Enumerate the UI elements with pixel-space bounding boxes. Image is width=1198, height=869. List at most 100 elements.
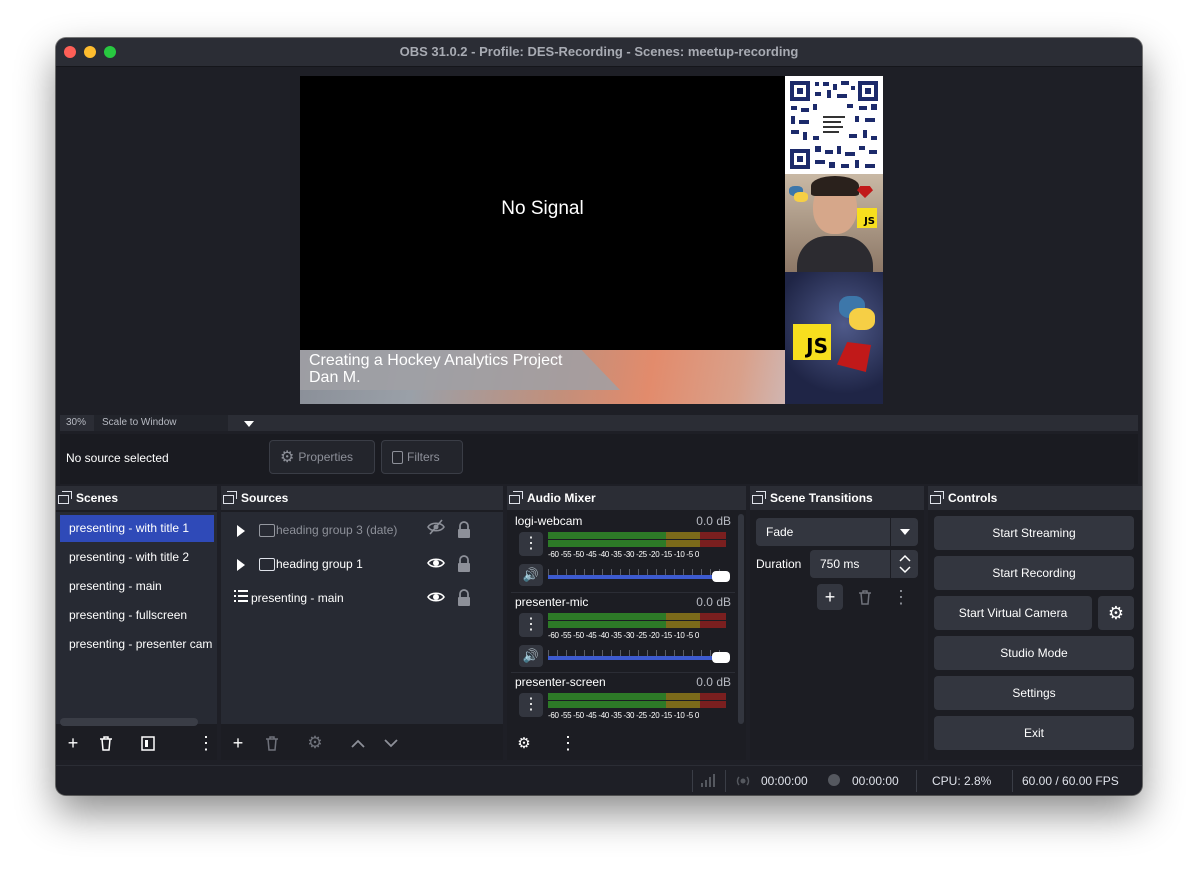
- source-item[interactable]: heading group 1: [221, 548, 503, 580]
- remove-source-icon[interactable]: [261, 732, 283, 754]
- scene-item[interactable]: presenting - fullscreen: [60, 602, 214, 629]
- obs-window: OBS 31.0.2 - Profile: DES-Recording - Sc…: [56, 38, 1142, 795]
- lock-icon[interactable]: [457, 589, 471, 610]
- mixer-scrollbar[interactable]: [738, 514, 744, 724]
- eye-icon[interactable]: [427, 554, 445, 575]
- expand-arrow-icon[interactable]: [237, 525, 245, 537]
- no-source-label: No source selected: [66, 451, 169, 465]
- undock-icon[interactable]: [752, 491, 766, 504]
- volume-meter: [548, 693, 726, 708]
- mixer-menu-icon[interactable]: ⋮: [557, 732, 579, 754]
- scene-item[interactable]: presenting - with title 1: [60, 515, 214, 542]
- scene-transitions-dock: Scene Transitions Fade Duration 750 ms +…: [750, 486, 924, 760]
- filters-icon: [392, 450, 403, 464]
- source-item[interactable]: heading group 3 (date): [221, 514, 503, 546]
- volume-meter: [548, 532, 726, 547]
- meter-scale: -60 -55 -50 -45 -40 -35 -30 -25 -20 -15 …: [548, 631, 700, 640]
- exit-button[interactable]: Exit: [934, 716, 1134, 750]
- chevron-down-icon: [900, 529, 910, 535]
- add-scene-icon[interactable]: +: [62, 732, 84, 754]
- scene-filters-icon[interactable]: [137, 732, 159, 754]
- scene-list-icon: [234, 589, 248, 606]
- volume-slider[interactable]: [548, 652, 730, 663]
- scale-mode-select[interactable]: Scale to Window: [94, 415, 254, 431]
- meter-scale: -60 -55 -50 -45 -40 -35 -30 -25 -20 -15 …: [548, 711, 700, 720]
- filters-button[interactable]: Filters: [381, 440, 463, 474]
- streaming-indicator-icon: [736, 776, 750, 786]
- chevron-down-icon: [244, 421, 254, 427]
- horizontal-scrollbar[interactable]: [60, 718, 198, 726]
- transition-menu-icon[interactable]: ⋮: [890, 586, 912, 608]
- channel-menu-icon[interactable]: ⋮: [519, 532, 543, 556]
- mixer-channels: logi-webcam 0.0 dB ⋮ -60 -55 -50 -45 -40…: [507, 512, 746, 724]
- cpu-usage: CPU: 2.8%: [932, 774, 992, 788]
- expand-arrow-icon[interactable]: [237, 559, 245, 571]
- zoom-bar: 30% Scale to Window: [60, 415, 1138, 431]
- add-transition-icon[interactable]: +: [817, 584, 843, 610]
- context-bar: No source selected ⚙ Properties Filters: [60, 434, 1138, 484]
- audio-mixer-dock-header: Audio Mixer: [507, 486, 746, 510]
- undock-icon[interactable]: [509, 491, 523, 504]
- stepper-icon[interactable]: [899, 554, 911, 574]
- move-down-icon[interactable]: [380, 732, 402, 754]
- start-virtual-camera-button[interactable]: Start Virtual Camera: [934, 596, 1092, 630]
- studio-mode-button[interactable]: Studio Mode: [934, 636, 1134, 670]
- scenes-list: presenting - with title 1 presenting - w…: [56, 512, 217, 726]
- source-item[interactable]: presenting - main: [221, 582, 503, 614]
- preview-canvas[interactable]: No Signal Creating a Hockey Analytics Pr…: [300, 76, 883, 404]
- remove-scene-icon[interactable]: [95, 732, 117, 754]
- scenes-dock: Scenes presenting - with title 1 present…: [56, 486, 217, 760]
- duration-input[interactable]: 750 ms: [810, 550, 918, 578]
- channel-menu-icon[interactable]: ⋮: [519, 693, 543, 717]
- scene-transitions-dock-header: Scene Transitions: [750, 486, 924, 510]
- preview-area[interactable]: No Signal Creating a Hockey Analytics Pr…: [56, 67, 1142, 413]
- js-badge: JS: [857, 208, 877, 228]
- mixer-channel: presenter-screen 0.0 dB ⋮ -60 -55 -50 -4…: [511, 672, 735, 724]
- fps-readout: 60.00 / 60.00 FPS: [1022, 774, 1119, 788]
- add-source-icon[interactable]: +: [227, 732, 249, 754]
- speaker-icon[interactable]: 🔊: [519, 564, 543, 586]
- zoom-level: 30%: [66, 417, 87, 428]
- hidden-eye-icon[interactable]: [427, 518, 445, 541]
- scenes-dock-header: Scenes: [56, 486, 217, 510]
- qr-code-image: [785, 76, 883, 174]
- eye-icon[interactable]: [427, 588, 445, 609]
- undock-icon[interactable]: [223, 491, 237, 504]
- duration-label: Duration: [756, 557, 802, 571]
- properties-button[interactable]: ⚙ Properties: [269, 440, 375, 474]
- settings-button[interactable]: Settings: [934, 676, 1134, 710]
- lower-third-presenter: Dan M.: [309, 369, 361, 386]
- meter-scale: -60 -55 -50 -45 -40 -35 -30 -25 -20 -15 …: [548, 550, 700, 559]
- start-recording-button[interactable]: Start Recording: [934, 556, 1134, 590]
- window-title: OBS 31.0.2 - Profile: DES-Recording - Sc…: [399, 44, 799, 59]
- undock-icon[interactable]: [58, 491, 72, 504]
- start-streaming-button[interactable]: Start Streaming: [934, 516, 1134, 550]
- gear-icon: ⚙: [280, 449, 295, 466]
- scene-item[interactable]: presenting - presenter cam: [60, 631, 214, 658]
- scene-item[interactable]: presenting - with title 2: [60, 544, 214, 571]
- speaker-icon[interactable]: 🔊: [519, 645, 543, 667]
- undock-icon[interactable]: [930, 491, 944, 504]
- lock-icon[interactable]: [457, 521, 471, 542]
- scene-item[interactable]: presenting - main: [60, 573, 214, 600]
- languages-logo-panel: JS: [785, 272, 883, 404]
- move-up-icon[interactable]: [347, 732, 369, 754]
- channel-menu-icon[interactable]: ⋮: [519, 613, 543, 637]
- remove-transition-icon[interactable]: [854, 586, 876, 608]
- webcam-feed: JS: [785, 174, 883, 276]
- volume-slider[interactable]: [548, 571, 730, 582]
- record-indicator-icon: [828, 774, 840, 786]
- scene-menu-icon[interactable]: ⋮: [195, 732, 217, 754]
- sources-list: heading group 3 (date) heading group 1 p…: [221, 512, 503, 724]
- title-bar: OBS 31.0.2 - Profile: DES-Recording - Sc…: [56, 38, 1142, 67]
- lock-icon[interactable]: [457, 555, 471, 576]
- advanced-audio-gear-icon[interactable]: ⚙: [513, 732, 535, 754]
- virtual-camera-settings-gear-icon[interactable]: ⚙: [1098, 596, 1134, 630]
- volume-meter: [548, 613, 726, 628]
- mixer-channel: logi-webcam 0.0 dB ⋮ -60 -55 -50 -45 -40…: [511, 512, 735, 592]
- source-properties-gear-icon[interactable]: ⚙: [304, 732, 326, 754]
- audio-mixer-dock: Audio Mixer logi-webcam 0.0 dB ⋮ -60 -55…: [507, 486, 746, 760]
- transition-select[interactable]: Fade: [756, 518, 918, 546]
- controls-dock-header: Controls: [928, 486, 1142, 510]
- status-bar: 00:00:00 00:00:00 CPU: 2.8% 60.00 / 60.0…: [56, 765, 1142, 795]
